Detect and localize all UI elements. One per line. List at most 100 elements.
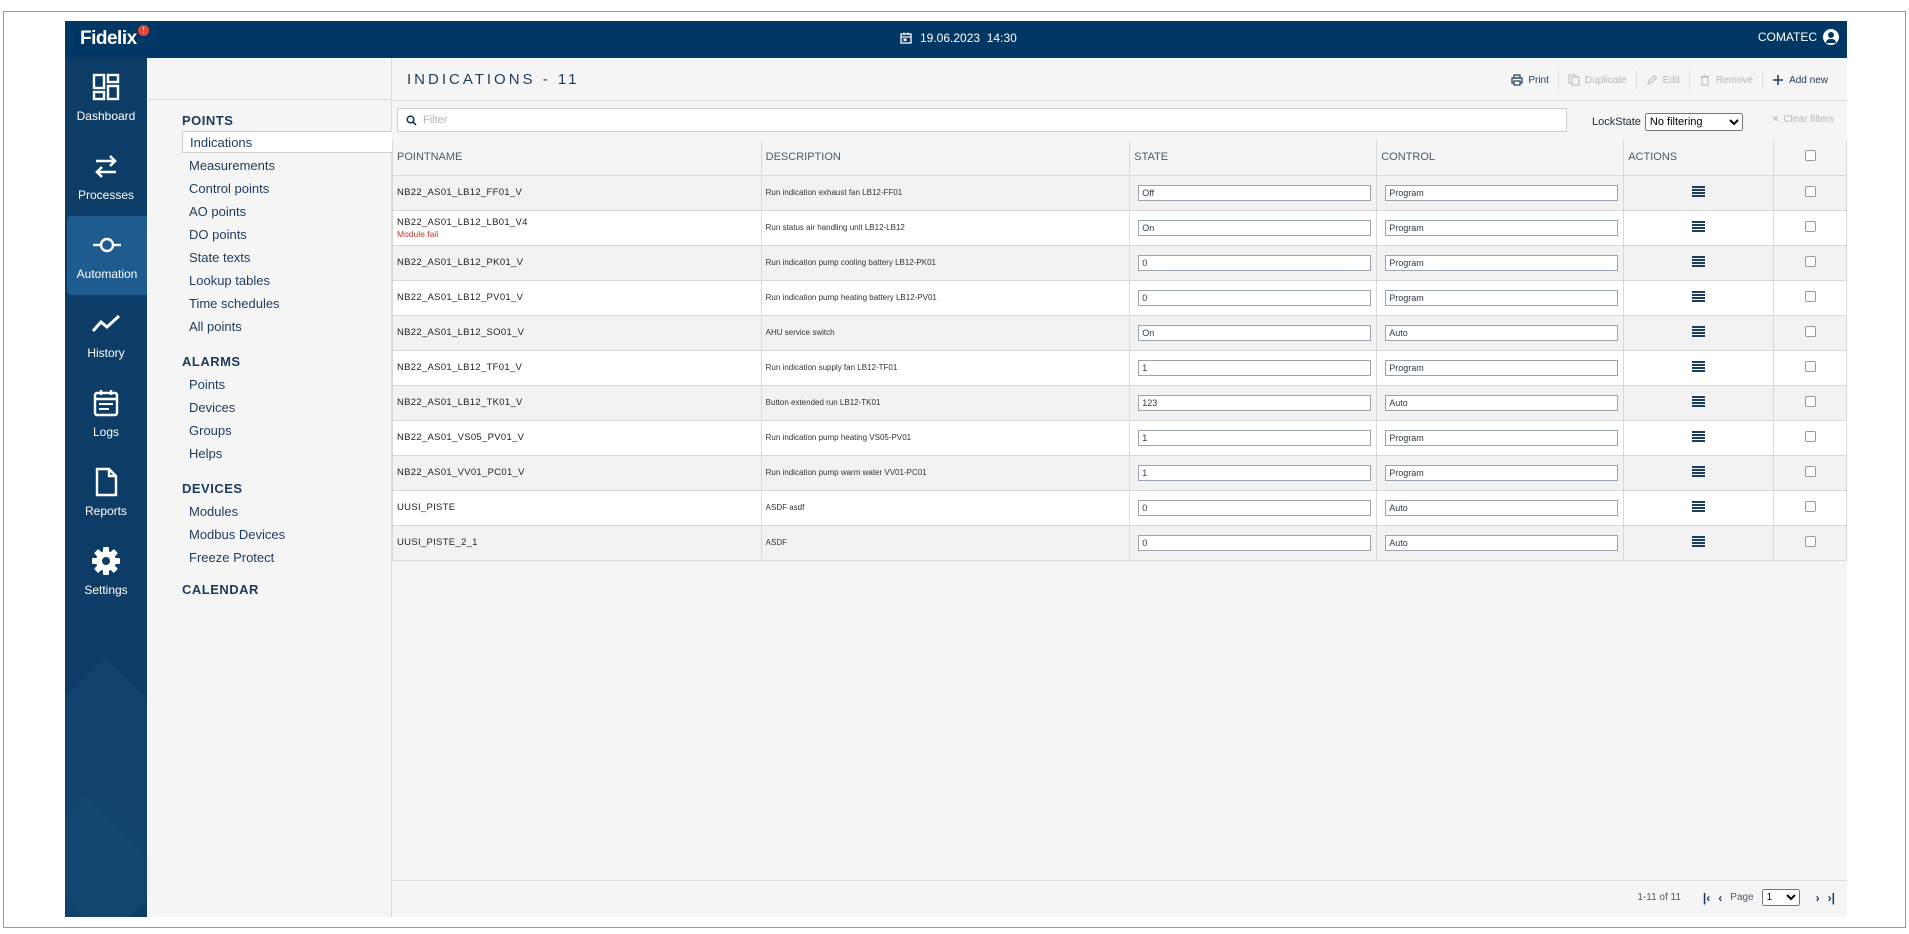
submenu-item-indications[interactable]: Indications	[182, 131, 392, 153]
row-checkbox[interactable]	[1804, 466, 1816, 477]
menu-icon[interactable]	[1692, 396, 1706, 407]
menu-icon[interactable]	[1692, 291, 1706, 302]
pointname-cell[interactable]: NB22_AS01_LB12_FF01_V	[392, 174, 762, 211]
first-page-icon[interactable]: |‹	[1703, 891, 1710, 905]
state-field[interactable]: 123	[1138, 394, 1372, 411]
state-field[interactable]: 0	[1138, 254, 1372, 271]
row-checkbox[interactable]	[1804, 186, 1816, 197]
clear-filters-button[interactable]: ✕ Clear filters	[1771, 114, 1834, 125]
state-field[interactable]: 0	[1138, 289, 1372, 306]
column-header-state[interactable]: STATE	[1129, 140, 1378, 176]
section-title-points[interactable]: POINTS	[182, 113, 233, 128]
submenu-item-state-texts[interactable]: State texts	[189, 250, 250, 265]
section-title-calendar[interactable]: CALENDAR	[182, 582, 259, 597]
control-field[interactable]: Program	[1385, 429, 1619, 446]
section-title-devices[interactable]: DEVICES	[182, 481, 243, 496]
control-field[interactable]: Program	[1385, 359, 1619, 376]
remove-button[interactable]: Remove	[1690, 70, 1764, 90]
lockstate-select[interactable]: No filtering	[1644, 113, 1743, 131]
nav-item-logs[interactable]: Logs	[65, 374, 147, 453]
state-field[interactable]: 0	[1138, 499, 1372, 516]
nav-item-dashboard[interactable]: Dashboard	[65, 58, 147, 137]
pointname-cell[interactable]: NB22_AS01_LB12_TF01_V	[392, 349, 762, 386]
pointname-cell[interactable]: NB22_AS01_LB12_SO01_V	[392, 314, 762, 351]
submenu-item-time-schedules[interactable]: Time schedules	[189, 296, 280, 311]
last-page-icon[interactable]: ›|	[1828, 891, 1835, 905]
table-row[interactable]: NB22_AS01_LB12_FF01_V Run indication exha…	[392, 174, 1847, 211]
table-row[interactable]: NB22_AS01_LB12_PK01_V Run indication pump…	[392, 244, 1847, 281]
table-row[interactable]: NB22_AS01_VS05_PV01_V Run indication pump…	[392, 419, 1847, 456]
submenu-item-alarm-devices[interactable]: Devices	[189, 400, 235, 415]
menu-icon[interactable]	[1692, 361, 1706, 372]
nav-item-automation[interactable]: Automation	[67, 216, 147, 295]
row-checkbox[interactable]	[1804, 291, 1816, 302]
menu-icon[interactable]	[1692, 186, 1706, 197]
brand-logo[interactable]: Fidelix	[80, 28, 137, 50]
table-row[interactable]: NB22_AS01_LB12_TK01_V Button extended run…	[392, 384, 1847, 421]
next-page-icon[interactable]: ›	[1816, 891, 1820, 905]
table-row[interactable]: NB22_AS01_LB12_SO01_V AHU service switch O…	[392, 314, 1847, 351]
table-row[interactable]: UUSI_PISTE ASDF asdf 0 Auto	[392, 489, 1847, 526]
state-field[interactable]: 0	[1138, 534, 1372, 551]
pointname-cell[interactable]: UUSI_PISTE	[392, 489, 762, 526]
submenu-item-alarm-points[interactable]: Points	[189, 377, 225, 392]
row-checkbox[interactable]	[1804, 501, 1816, 512]
pointname-cell[interactable]: NB22_AS01_VS05_PV01_V	[392, 419, 762, 456]
pointname-cell[interactable]: UUSI_PISTE_2_1	[392, 524, 762, 561]
submenu-item-ao-points[interactable]: AO points	[189, 204, 246, 219]
edit-button[interactable]: Edit	[1637, 70, 1690, 90]
control-field[interactable]: Program	[1385, 219, 1619, 236]
previous-page-icon[interactable]: ‹	[1718, 891, 1722, 905]
submenu-item-alarm-helps[interactable]: Helps	[189, 446, 222, 461]
submenu-item-control-points[interactable]: Control points	[189, 181, 269, 196]
submenu-item-lookup-tables[interactable]: Lookup tables	[189, 273, 270, 288]
menu-icon[interactable]	[1692, 466, 1706, 477]
nav-item-history[interactable]: History	[65, 295, 147, 374]
select-all-checkbox[interactable]	[1804, 150, 1816, 162]
control-field[interactable]: Auto	[1385, 499, 1619, 516]
page-select[interactable]: 1	[1761, 889, 1800, 906]
menu-icon[interactable]	[1692, 536, 1706, 547]
control-field[interactable]: Auto	[1385, 534, 1619, 551]
row-checkbox[interactable]	[1804, 256, 1816, 267]
user-menu[interactable]: COMATEC	[1758, 29, 1839, 45]
pointname-cell[interactable]: NB22_AS01_LB12_PK01_V	[392, 244, 762, 281]
pointname-cell[interactable]: NB22_AS01_LB12_PV01_V	[392, 279, 762, 316]
submenu-item-modules[interactable]: Modules	[189, 504, 238, 519]
submenu-item-all-points[interactable]: All points	[189, 319, 242, 334]
duplicate-button[interactable]: Duplicate	[1559, 70, 1637, 90]
table-row[interactable]: NB22_AS01_VV01_PC01_V Run indication pump…	[392, 454, 1847, 491]
row-checkbox[interactable]	[1804, 326, 1816, 337]
submenu-item-freeze-protect[interactable]: Freeze Protect	[189, 550, 274, 565]
menu-icon[interactable]	[1692, 501, 1706, 512]
row-checkbox[interactable]	[1804, 431, 1816, 442]
control-field[interactable]: Program	[1385, 184, 1619, 201]
control-field[interactable]: Program	[1385, 254, 1619, 271]
table-row[interactable]: NB22_AS01_LB12_TF01_V Run indication supp…	[392, 349, 1847, 386]
nav-item-reports[interactable]: Reports	[65, 453, 147, 532]
submenu-item-measurements[interactable]: Measurements	[189, 158, 275, 173]
state-field[interactable]: 1	[1138, 464, 1372, 481]
submenu-item-do-points[interactable]: DO points	[189, 227, 247, 242]
table-row[interactable]: NB22_AS01_LB12_PV01_V Run indication pump…	[392, 279, 1847, 316]
nav-item-processes[interactable]: Processes	[65, 137, 147, 216]
row-checkbox[interactable]	[1804, 536, 1816, 547]
control-field[interactable]: Auto	[1385, 324, 1619, 341]
pointname-cell[interactable]: NB22_AS01_LB12_TK01_V	[392, 384, 762, 421]
print-button[interactable]: Print	[1502, 70, 1559, 90]
control-field[interactable]: Auto	[1385, 394, 1619, 411]
state-field[interactable]: 1	[1138, 359, 1372, 376]
menu-icon[interactable]	[1692, 431, 1706, 442]
column-header-description[interactable]: DESCRIPTION	[760, 140, 1131, 176]
column-header-pointname[interactable]: POINTNAME	[392, 140, 762, 176]
control-field[interactable]: Program	[1385, 464, 1619, 481]
column-header-control[interactable]: CONTROL	[1376, 140, 1625, 176]
state-field[interactable]: On	[1138, 219, 1372, 236]
pointname-cell[interactable]: NB22_AS01_VV01_PC01_V	[392, 454, 762, 491]
menu-icon[interactable]	[1692, 221, 1706, 232]
table-row[interactable]: NB22_AS01_LB12_LB01_V4 Module fail Run sta…	[392, 209, 1847, 246]
notification-badge[interactable]: !	[138, 25, 149, 36]
row-checkbox[interactable]	[1804, 361, 1816, 372]
state-field[interactable]: On	[1138, 324, 1372, 341]
submenu-item-alarm-groups[interactable]: Groups	[189, 423, 232, 438]
